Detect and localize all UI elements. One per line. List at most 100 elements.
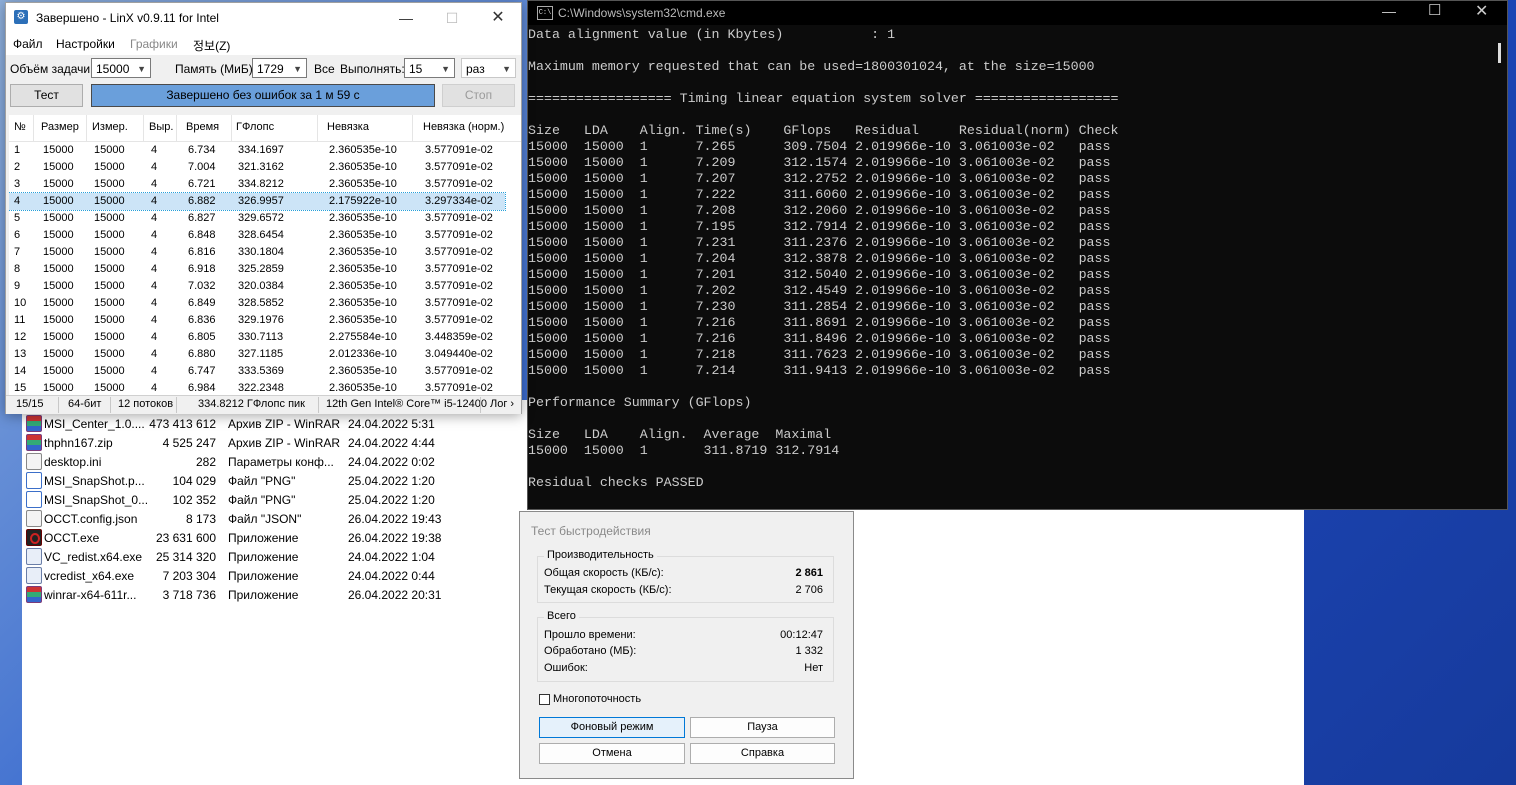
- column-header[interactable]: Размер: [41, 121, 79, 133]
- table-row[interactable]: 10 15000 15000 4 6.849 328.5852 2.360535e-10 3.…: [9, 295, 521, 312]
- file-row[interactable]: MSI_SnapShot_0... 102 352 Файл "PNG" 25.04.…: [22, 491, 462, 510]
- installer-icon: [26, 567, 42, 584]
- column-separator[interactable]: [176, 115, 177, 141]
- processed-value: 1 332: [795, 645, 823, 657]
- table-cell: 4: [151, 382, 158, 394]
- all-label[interactable]: Все: [314, 62, 335, 76]
- table-cell: 15000: [94, 348, 125, 360]
- table-cell: 15000: [43, 246, 74, 258]
- table-cell: 325.2859: [238, 263, 284, 275]
- table-cell: 3.577091e-02: [425, 144, 493, 156]
- column-header[interactable]: Измер.: [92, 121, 128, 133]
- table-row[interactable]: 6 15000 15000 4 6.848 328.6454 2.360535e-10 3.5…: [9, 227, 521, 244]
- menu-bar: Файл Настройки Графики 정보(Z): [6, 33, 521, 55]
- column-header[interactable]: Время: [186, 121, 219, 133]
- test-button[interactable]: Тест: [10, 84, 83, 107]
- file-row[interactable]: OCCT.exe 23 631 600 Приложение 26.04.2022 1…: [22, 529, 462, 548]
- table-cell: 15000: [43, 365, 74, 377]
- file-row[interactable]: winrar-x64-611r... 3 718 736 Приложение 26.…: [22, 586, 462, 605]
- table-cell: 15000: [94, 161, 125, 173]
- table-cell: 15000: [94, 280, 125, 292]
- table-cell: 15000: [43, 314, 74, 326]
- column-separator[interactable]: [143, 115, 144, 141]
- table-row[interactable]: 5 15000 15000 4 6.827 329.6572 2.360535e-10 3.5…: [9, 210, 521, 227]
- file-row[interactable]: vcredist_x64.exe 7 203 304 Приложение 24.04…: [22, 567, 462, 586]
- file-type: Архив ZIP - WinRAR: [228, 417, 341, 431]
- column-separator[interactable]: [317, 115, 318, 141]
- column-header[interactable]: Невязка: [327, 121, 369, 133]
- table-row[interactable]: 14 15000 15000 4 6.747 333.5369 2.360535e-10 3.…: [9, 363, 521, 380]
- table-row[interactable]: 13 15000 15000 4 6.880 327.1185 2.012336e-10 3.…: [9, 346, 521, 363]
- file-row[interactable]: MSI_SnapShot.p... 104 029 Файл "PNG" 25.04.…: [22, 472, 462, 491]
- file-type: Файл "PNG": [228, 474, 296, 488]
- linx-window[interactable]: ⚙ Завершено - LinX v0.9.11 for Intel — ☐…: [5, 2, 522, 414]
- table-row[interactable]: 1 15000 15000 4 6.734 334.1697 2.360535e-10 3.5…: [9, 142, 521, 159]
- column-separator[interactable]: [231, 115, 232, 141]
- background-mode-button[interactable]: Фоновый режим: [539, 717, 685, 738]
- help-button[interactable]: Справка: [690, 743, 835, 764]
- pause-button[interactable]: Пауза: [690, 717, 835, 738]
- table-cell: 328.5852: [238, 297, 284, 309]
- image-file-icon: [26, 491, 42, 508]
- menu-graphs[interactable]: Графики: [130, 37, 178, 51]
- cmd-window[interactable]: C:\ C:\Windows\system32\cmd.exe — ☐ ✕ Da…: [527, 0, 1508, 510]
- menu-file[interactable]: Файл: [13, 37, 43, 51]
- file-row[interactable]: desktop.ini 282 Параметры конф... 24.04.202…: [22, 453, 462, 472]
- task-size-combo[interactable]: 15000 ▼: [91, 58, 151, 78]
- log-toggle[interactable]: Лог ›: [490, 398, 514, 410]
- column-separator[interactable]: [33, 115, 34, 141]
- maximize-icon[interactable]: ☐: [1428, 1, 1441, 19]
- menu-settings[interactable]: Настройки: [56, 37, 115, 51]
- multithread-label[interactable]: Многопоточность: [553, 693, 641, 705]
- column-header[interactable]: Выр.: [149, 121, 173, 133]
- dialog-title: Тест быстродействия: [531, 524, 651, 538]
- close-icon[interactable]: ✕: [1475, 1, 1488, 21]
- file-name: OCCT.config.json: [44, 512, 138, 526]
- table-row[interactable]: 12 15000 15000 4 6.805 330.7113 2.275584e-10 3.…: [9, 329, 521, 346]
- table-cell: 10: [14, 297, 27, 309]
- column-header[interactable]: №: [14, 121, 26, 133]
- table-cell: 15: [14, 382, 27, 394]
- cmd-titlebar[interactable]: C:\ C:\Windows\system32\cmd.exe — ☐ ✕: [528, 1, 1507, 25]
- stop-button[interactable]: Стоп: [442, 84, 515, 107]
- table-row[interactable]: 4 15000 15000 4 6.882 326.9957 2.175922e-10 3.2…: [9, 192, 506, 211]
- table-row[interactable]: 11 15000 15000 4 6.836 329.1976 2.360535e-10 3.…: [9, 312, 521, 329]
- table-row[interactable]: 15 15000 15000 4 6.984 322.2348 2.360535e-10 3.…: [9, 380, 521, 395]
- close-icon[interactable]: ✕: [475, 3, 521, 33]
- table-row[interactable]: 9 15000 15000 4 7.032 320.0384 2.360535e-10 3.5…: [9, 278, 521, 295]
- table-cell: 15000: [94, 229, 125, 241]
- table-cell: 6.836: [188, 314, 216, 326]
- multithread-checkbox[interactable]: [539, 694, 550, 705]
- column-header[interactable]: ГФлопс: [236, 121, 274, 133]
- file-row[interactable]: VC_redist.x64.exe 25 314 320 Приложение 24.…: [22, 548, 462, 567]
- memory-combo[interactable]: 1729 ▼: [252, 58, 307, 78]
- runs-unit-combo[interactable]: раз ▼: [461, 58, 516, 78]
- table-cell: 4: [151, 246, 158, 258]
- file-row[interactable]: MSI_Center_1.0.... 473 413 612 Архив ZIP -…: [22, 415, 462, 434]
- scrollbar-thumb[interactable]: [1498, 43, 1501, 63]
- table-cell: 3.577091e-02: [425, 314, 493, 326]
- column-header[interactable]: Невязка (норм.): [423, 121, 504, 133]
- linx-titlebar[interactable]: ⚙ Завершено - LinX v0.9.11 for Intel — ☐…: [6, 3, 521, 33]
- table-cell: 4: [151, 280, 158, 292]
- runs-combo[interactable]: 15 ▼: [404, 58, 455, 78]
- benchmark-dialog[interactable]: Тест быстродействия Производительность О…: [519, 511, 854, 779]
- table-row[interactable]: 7 15000 15000 4 6.816 330.1804 2.360535e-10 3.5…: [9, 244, 521, 261]
- table-row[interactable]: 2 15000 15000 4 7.004 321.3162 2.360535e-10 3.5…: [9, 159, 521, 176]
- cancel-button[interactable]: Отмена: [539, 743, 685, 764]
- dialog-titlebar[interactable]: Тест быстродействия: [520, 512, 853, 542]
- column-separator[interactable]: [412, 115, 413, 141]
- table-cell: 15000: [43, 297, 74, 309]
- table-cell: 3.577091e-02: [425, 161, 493, 173]
- table-row[interactable]: 3 15000 15000 4 6.721 334.8212 2.360535e-10 3.5…: [9, 176, 521, 193]
- table-cell: 329.6572: [238, 212, 284, 224]
- file-row[interactable]: thphn167.zip 4 525 247 Архив ZIP - WinRAR 2…: [22, 434, 462, 453]
- column-separator[interactable]: [86, 115, 87, 141]
- file-size: 473 413 612: [149, 417, 216, 431]
- menu-info[interactable]: 정보(Z): [193, 37, 230, 54]
- table-row[interactable]: 8 15000 15000 4 6.918 325.2859 2.360535e-10 3.5…: [9, 261, 521, 278]
- file-row[interactable]: OCCT.config.json 8 173 Файл "JSON" 26.04.20…: [22, 510, 462, 529]
- minimize-icon[interactable]: —: [383, 3, 429, 33]
- minimize-icon[interactable]: —: [1382, 3, 1396, 19]
- maximize-icon[interactable]: ☐: [429, 3, 475, 33]
